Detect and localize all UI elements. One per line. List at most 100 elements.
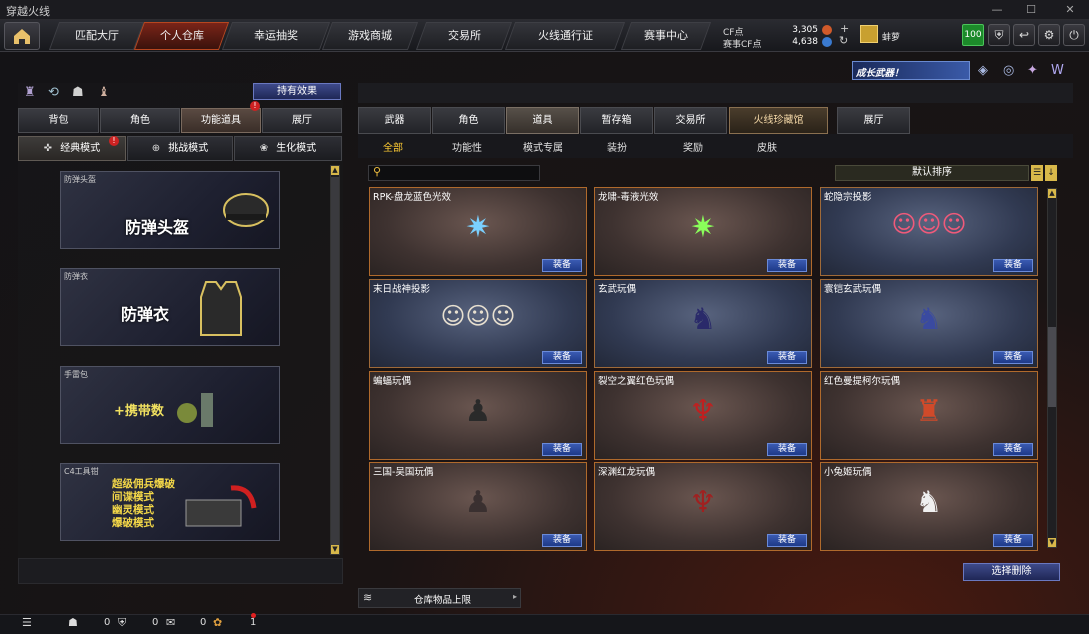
cross-icon[interactable]: ✦	[1027, 63, 1038, 78]
filter-tab[interactable]: 奖励	[683, 139, 703, 155]
right-tab[interactable]: 暂存箱	[580, 107, 653, 134]
right-tab[interactable]: 武器	[358, 107, 431, 134]
scroll-up-icon[interactable]: ▲	[1048, 189, 1056, 198]
growth-weapon-banner[interactable]: 成长武器！	[852, 61, 970, 80]
nav-tab[interactable]: 火线通行证	[504, 22, 626, 50]
right-tab[interactable]: 交易所	[654, 107, 727, 134]
level-badge[interactable]: 100	[962, 24, 984, 46]
equip-button[interactable]: 装备	[993, 534, 1033, 547]
nav-tab[interactable]: 赛事中心	[620, 22, 712, 50]
equip-button[interactable]: 装备	[993, 259, 1033, 272]
maximize-icon[interactable]: ☐	[1017, 2, 1045, 18]
gear-icon[interactable]: ⚙	[1038, 24, 1060, 46]
scroll-up-icon[interactable]: ▲	[331, 166, 339, 175]
left-tab[interactable]: 功能道具	[181, 108, 261, 133]
equip-button[interactable]: 装备	[542, 351, 582, 364]
equip-button[interactable]: 装备	[993, 351, 1033, 364]
left-tab[interactable]: 角色	[100, 108, 180, 133]
right-tab[interactable]: 火线珍藏馆	[729, 107, 828, 134]
filter-tab[interactable]: 皮肤	[757, 139, 777, 155]
equip-button[interactable]: 装备	[767, 534, 807, 547]
refresh-icon[interactable]: ↻	[839, 34, 848, 47]
sort-direction-icon[interactable]: ↓	[1045, 165, 1057, 181]
scroll-down-icon[interactable]: ▼	[1048, 538, 1056, 547]
scroll-thumb[interactable]	[1048, 327, 1056, 407]
character-icon[interactable]: ♜	[24, 85, 36, 100]
vest-icon	[200, 281, 242, 336]
search-field[interactable]	[387, 167, 537, 179]
item-card[interactable]: 寰铠玄武玩偶 ♞ 装备	[820, 279, 1038, 368]
target-icon[interactable]: ◎	[1003, 63, 1014, 78]
gift-icon[interactable]: ✿	[213, 616, 222, 629]
right-tab[interactable]: 展厅	[837, 107, 910, 134]
item-card[interactable]: 小兔姬玩偶 ♞ 装备	[820, 462, 1038, 551]
nav-tab[interactable]: 幸运抽奖	[221, 22, 331, 50]
nav-tab[interactable]: 游戏商城	[321, 22, 419, 50]
equip-button[interactable]: 装备	[767, 351, 807, 364]
scroll-down-icon[interactable]: ▼	[331, 545, 339, 554]
item-card[interactable]: 三国-吴国玩偶 ♟ 装备	[369, 462, 587, 551]
w-icon[interactable]: W	[1051, 63, 1064, 78]
card-helmet[interactable]: 防弹头盔 防弹头盔	[60, 171, 280, 249]
scroll-thumb[interactable]	[331, 177, 339, 547]
batch-delete-button[interactable]: 选择删除	[963, 563, 1060, 581]
item-card[interactable]: 蛇隐宗投影 ☺☺☺ 装备	[820, 187, 1038, 276]
nav-tab[interactable]: 匹配大厅	[48, 22, 145, 50]
sort-dropdown[interactable]: 默认排序	[835, 165, 1029, 181]
item-card[interactable]: 深渊红龙玩偶 ♆ 装备	[594, 462, 812, 551]
equip-button[interactable]: 装备	[993, 443, 1033, 456]
item-card[interactable]: 红色曼提柯尔玩偶 ♜ 装备	[820, 371, 1038, 460]
item-card[interactable]: 龙啸-毒液光效 ✷ 装备	[594, 187, 812, 276]
chat-icon[interactable]: ✉	[166, 616, 175, 629]
equip-button[interactable]: 装备	[767, 443, 807, 456]
shield-icon[interactable]: ⛨	[988, 24, 1010, 46]
right-scrollbar[interactable]: ▲ ▼	[1047, 188, 1057, 548]
friends-icon[interactable]: ☗	[68, 616, 78, 629]
item-card[interactable]: 蝙蝠玩偶 ♟ 装备	[369, 371, 587, 460]
card-vest[interactable]: 防弹衣 防弹衣	[60, 268, 280, 346]
holding-effect-button[interactable]: 持有效果	[253, 83, 341, 100]
event-coin-icon	[822, 37, 832, 47]
left-scrollbar[interactable]: ▲ ▼	[330, 165, 340, 555]
nav-tab[interactable]: 交易所	[415, 22, 513, 50]
search-input[interactable]: ⚲	[368, 165, 540, 181]
left-tab[interactable]: 背包	[18, 108, 99, 133]
cycle-icon[interactable]: ⟲	[48, 85, 59, 100]
minimize-icon[interactable]: —	[983, 2, 1011, 18]
capacity-bar[interactable]: ≋ 仓库物品上限 ▸	[358, 588, 521, 608]
nav-tab-label: 赛事中心	[644, 29, 688, 42]
right-tab[interactable]: 角色	[432, 107, 505, 134]
nav-tab-label: 交易所	[447, 29, 481, 42]
equip-button[interactable]: 装备	[542, 443, 582, 456]
power-icon[interactable]: ⏻	[1063, 24, 1085, 46]
item-card[interactable]: 末日战神投影 ☺☺☺ 装备	[369, 279, 587, 368]
menu-icon[interactable]: ☰	[22, 616, 32, 629]
mode-tab[interactable]: ❀ 生化模式	[234, 136, 342, 161]
clan-icon[interactable]: ⛨	[118, 616, 126, 630]
filter-tab[interactable]: 全部	[383, 139, 403, 155]
exit-icon[interactable]: ↩	[1013, 24, 1035, 46]
card-c4[interactable]: C4工具钳 超级佣兵爆破 间谍模式 幽灵模式 爆破模式	[60, 463, 280, 541]
left-tab[interactable]: 展厅	[262, 108, 342, 133]
equip-button[interactable]: 装备	[542, 534, 582, 547]
mode-tab[interactable]: ⊕ 挑战模式	[127, 136, 233, 161]
bag-icon[interactable]: ♝	[98, 85, 110, 100]
list-view-icon[interactable]: ☰	[1031, 165, 1043, 181]
close-icon[interactable]: ✕	[1056, 2, 1084, 18]
group-icon[interactable]: ☗	[72, 85, 84, 100]
nav-tab[interactable]: 个人仓库	[133, 22, 230, 50]
home-button[interactable]	[4, 22, 40, 50]
right-tab[interactable]: 道具	[506, 107, 579, 134]
item-card[interactable]: RPK-盘龙蓝色光效 ✷ 装备	[369, 187, 587, 276]
item-figure-icon: ♞	[689, 302, 717, 337]
badge-icon[interactable]: ◈	[978, 63, 988, 78]
equip-button[interactable]: 装备	[542, 259, 582, 272]
avatar[interactable]	[860, 25, 878, 43]
item-card[interactable]: 裂空之翼红色玩偶 ♆ 装备	[594, 371, 812, 460]
equip-button[interactable]: 装备	[767, 259, 807, 272]
card-grenade[interactable]: 手雷包 +携带数	[60, 366, 280, 444]
item-card[interactable]: 玄武玩偶 ♞ 装备	[594, 279, 812, 368]
filter-tab[interactable]: 模式专属	[523, 139, 563, 155]
filter-tab[interactable]: 功能性	[452, 139, 482, 155]
filter-tab[interactable]: 装扮	[607, 139, 627, 155]
